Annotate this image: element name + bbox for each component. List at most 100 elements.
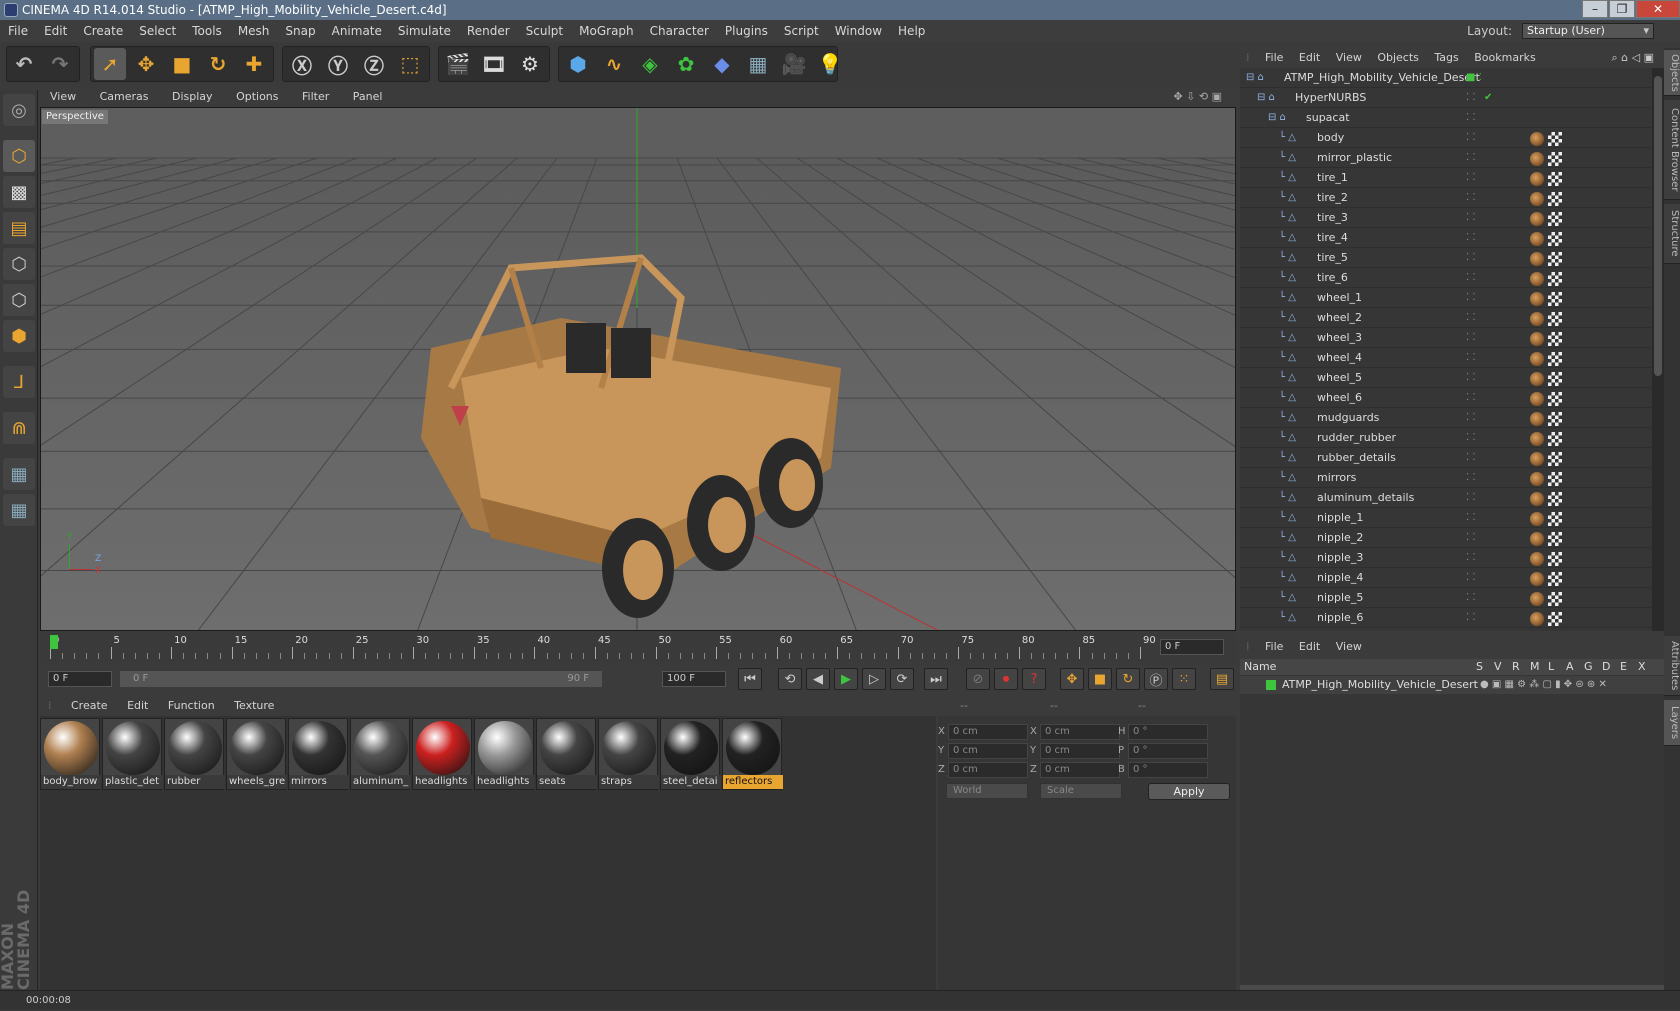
- texture-tag-icon[interactable]: [1548, 492, 1562, 506]
- menu-select[interactable]: Select: [131, 20, 184, 42]
- viewport-menu-cameras[interactable]: Cameras: [90, 87, 159, 107]
- object-menu-view[interactable]: View: [1330, 48, 1368, 68]
- layer-col-header[interactable]: R: [1512, 659, 1520, 675]
- apply-button[interactable]: Apply: [1148, 783, 1230, 800]
- texture-tag-icon[interactable]: [1548, 412, 1562, 426]
- menu-render[interactable]: Render: [459, 20, 518, 42]
- material-swatch[interactable]: rubber: [164, 718, 225, 790]
- object-row[interactable]: └ △ aluminum_details ⁚ ⁚: [1240, 488, 1652, 508]
- menu-window[interactable]: Window: [827, 20, 890, 42]
- texture-tag-icon[interactable]: [1548, 392, 1562, 406]
- material-swatch[interactable]: seats: [536, 718, 597, 790]
- workplane-icon[interactable]: ▤: [3, 212, 35, 244]
- range-slider[interactable]: 0 F 90 F: [120, 671, 602, 687]
- edges-mode-icon[interactable]: ⬡: [3, 284, 35, 316]
- play-icon[interactable]: ▶: [834, 668, 858, 690]
- end-frame-field[interactable]: 100 F: [662, 671, 726, 687]
- material-tag-icon[interactable]: [1530, 452, 1544, 466]
- layer-toggle-icons[interactable]: ● ▣ ▦ ⚙ ⁂ ▢ ▮ ✥ ⊜ ⊛ ✕: [1480, 676, 1607, 694]
- visibility-dots-icon[interactable]: ⁚ ⁚: [1466, 188, 1476, 208]
- key-move-icon[interactable]: ✥: [1060, 668, 1084, 690]
- tab-objects[interactable]: Objects: [1664, 50, 1680, 96]
- material-tag-icon[interactable]: [1530, 572, 1544, 586]
- visibility-dots-icon[interactable]: ⁚ ⁚: [1466, 328, 1476, 348]
- object-row[interactable]: └ △ mirror_plastic ⁚ ⁚: [1240, 148, 1652, 168]
- visibility-dots-icon[interactable]: ⁚ ⁚: [1466, 168, 1476, 188]
- layer-col-header[interactable]: S: [1476, 659, 1483, 675]
- record-icon[interactable]: ⏺: [994, 668, 1018, 690]
- playhead[interactable]: [50, 635, 58, 649]
- texture-tag-icon[interactable]: [1548, 232, 1562, 246]
- material-tag-icon[interactable]: [1530, 612, 1544, 626]
- texture-tag-icon[interactable]: [1548, 192, 1562, 206]
- menu-tools[interactable]: Tools: [184, 20, 230, 42]
- go-to-end-icon[interactable]: ⏭: [924, 668, 948, 690]
- object-menu-tags[interactable]: Tags: [1428, 48, 1464, 68]
- object-row[interactable]: └ △ nipple_4 ⁚ ⁚: [1240, 568, 1652, 588]
- viewport-menu-filter[interactable]: Filter: [292, 87, 339, 107]
- material-swatch[interactable]: body_brow: [40, 718, 101, 790]
- layer-col-header[interactable]: E: [1620, 659, 1627, 675]
- object-row[interactable]: └ △ wheel_6 ⁚ ⁚: [1240, 388, 1652, 408]
- texture-tag-icon[interactable]: [1548, 272, 1562, 286]
- menu-snap[interactable]: Snap: [277, 20, 323, 42]
- visibility-dots-icon[interactable]: ⁚ ⁚: [1466, 408, 1476, 428]
- visibility-dots-icon[interactable]: ⁚ ⁚: [1466, 488, 1476, 508]
- menu-mesh[interactable]: Mesh: [230, 20, 278, 42]
- coord-field[interactable]: 0 cm: [948, 724, 1028, 740]
- deformer-icon[interactable]: ◆: [706, 48, 738, 80]
- material-tag-icon[interactable]: [1530, 592, 1544, 606]
- key-rotate-icon[interactable]: ↻: [1116, 668, 1140, 690]
- visibility-dots-icon[interactable]: ⁚ ⁚: [1466, 88, 1476, 108]
- object-row[interactable]: └ △ nipple_5 ⁚ ⁚: [1240, 588, 1652, 608]
- viewport-nav-icons[interactable]: ✥ ⇩ ⟲ ▣: [1163, 87, 1232, 107]
- texture-tag-icon[interactable]: [1548, 432, 1562, 446]
- visibility-dots-icon[interactable]: ⁚ ⁚: [1466, 248, 1476, 268]
- object-row[interactable]: └ △ nipple_6 ⁚ ⁚: [1240, 608, 1652, 628]
- keyframe-icon[interactable]: ⊘: [966, 668, 990, 690]
- visibility-dots-icon[interactable]: ⁚ ⁚: [1466, 588, 1476, 608]
- key-pla-icon[interactable]: ⁙: [1172, 668, 1196, 690]
- visibility-dots-icon[interactable]: ⁚ ⁚: [1466, 468, 1476, 488]
- material-swatch[interactable]: steel_detai: [660, 718, 721, 790]
- texture-tag-icon[interactable]: [1548, 452, 1562, 466]
- layout-select[interactable]: Startup (User): [1522, 23, 1654, 39]
- coord-scale-select[interactable]: Scale: [1040, 783, 1122, 799]
- material-tag-icon[interactable]: [1530, 232, 1544, 246]
- material-tag-icon[interactable]: [1530, 212, 1544, 226]
- move-icon[interactable]: ✥: [130, 48, 162, 80]
- render-view-icon[interactable]: 🎬: [442, 48, 474, 80]
- material-tag-icon[interactable]: [1530, 272, 1544, 286]
- texture-mode-icon[interactable]: ▩: [3, 176, 35, 208]
- render-picture-icon[interactable]: 🎞: [478, 48, 510, 80]
- visibility-dots-icon[interactable]: ⁚ ⁚: [1466, 228, 1476, 248]
- coord-field[interactable]: 0 cm: [948, 743, 1028, 759]
- texture-tag-icon[interactable]: [1548, 352, 1562, 366]
- texture-tag-icon[interactable]: [1548, 332, 1562, 346]
- visibility-dots-icon[interactable]: ⁚ ⁚: [1466, 288, 1476, 308]
- object-row[interactable]: └ △ nipple_2 ⁚ ⁚: [1240, 528, 1652, 548]
- make-editable-icon[interactable]: ◎: [3, 94, 35, 126]
- coord-field[interactable]: 0 °: [1128, 762, 1208, 778]
- layer-col-header[interactable]: L: [1548, 659, 1554, 675]
- material-tag-icon[interactable]: [1530, 532, 1544, 546]
- menu-plugins[interactable]: Plugins: [717, 20, 776, 42]
- visibility-dots-icon[interactable]: ⁚ ⁚: [1466, 528, 1476, 548]
- texture-tag-icon[interactable]: [1548, 612, 1562, 626]
- object-row[interactable]: └ △ tire_5 ⁚ ⁚: [1240, 248, 1652, 268]
- layer-menu-file[interactable]: File: [1259, 637, 1289, 657]
- material-tag-icon[interactable]: [1530, 512, 1544, 526]
- texture-tag-icon[interactable]: [1548, 592, 1562, 606]
- material-tag-icon[interactable]: [1530, 552, 1544, 566]
- material-swatch[interactable]: reflectors: [722, 718, 783, 790]
- viewport-menu-options[interactable]: Options: [226, 87, 288, 107]
- visibility-dots-icon[interactable]: ⁚ ⁚: [1466, 348, 1476, 368]
- material-swatch[interactable]: headlights: [412, 718, 473, 790]
- material-swatch[interactable]: aluminum_: [350, 718, 411, 790]
- material-tag-icon[interactable]: [1530, 472, 1544, 486]
- coord-field[interactable]: 0 cm: [948, 762, 1028, 778]
- object-menu-bookmarks[interactable]: Bookmarks: [1468, 48, 1541, 68]
- object-row[interactable]: └ △ tire_1 ⁚ ⁚: [1240, 168, 1652, 188]
- layer-col-header[interactable]: V: [1494, 659, 1502, 675]
- object-row[interactable]: └ △ nipple_3 ⁚ ⁚: [1240, 548, 1652, 568]
